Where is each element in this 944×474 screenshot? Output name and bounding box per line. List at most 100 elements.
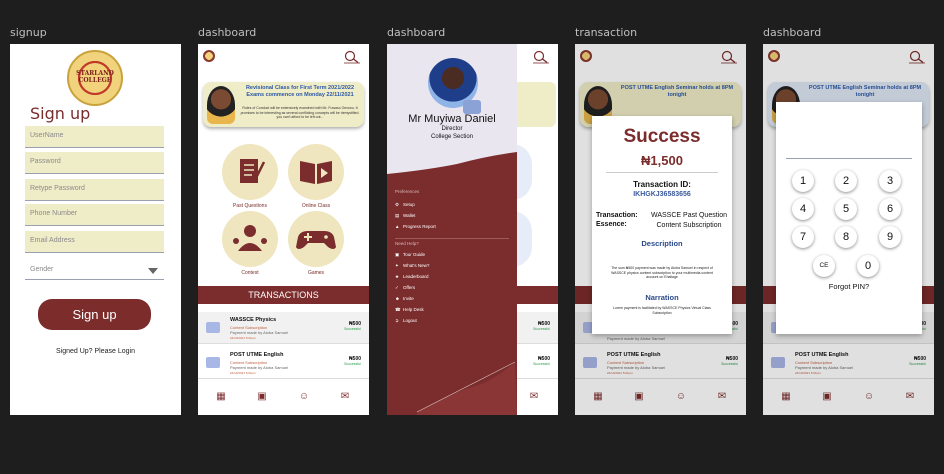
drawer-item-setup[interactable]: ⚙ Setup xyxy=(395,202,415,208)
logo-text: STARLAND COLLEGE xyxy=(76,70,114,84)
drawer-item-leaderboard[interactable]: ★ Leaderboard xyxy=(395,274,429,280)
table-row[interactable]: POST UTME English Content Subscription P… xyxy=(198,347,369,379)
contest-tile[interactable]: Contest xyxy=(220,211,280,276)
gender-placeholder: Gender xyxy=(30,266,54,273)
signup-button[interactable]: Sign up xyxy=(38,299,151,330)
table-row[interactable]: WASSCE Physics Content Subscription Paym… xyxy=(198,312,369,344)
key-5[interactable]: 5 xyxy=(835,198,857,220)
transaction-id-label: Transaction ID: xyxy=(633,180,691,189)
key-9[interactable]: 9 xyxy=(879,226,901,248)
announcement-banner[interactable]: Revisional Class for First Term 2021/202… xyxy=(203,82,364,127)
drawer-section-preferences: Preferences xyxy=(395,189,420,194)
retype-password-field[interactable]: Retype Password xyxy=(25,179,164,201)
drawer-item-label: Tour Guide xyxy=(403,252,426,257)
drawer-item-label: Logout xyxy=(403,318,417,323)
chat-icon[interactable]: ✉ xyxy=(339,391,351,403)
drawer-wave xyxy=(387,152,517,182)
avatar xyxy=(207,86,235,124)
college-logo xyxy=(203,50,215,62)
drawer-bottom-wave xyxy=(416,361,517,415)
key-0[interactable]: 0 xyxy=(857,255,879,277)
video-icon xyxy=(206,322,220,333)
table-row: ₦500 Successful xyxy=(512,347,558,379)
password-field[interactable]: Password xyxy=(25,152,164,174)
gender-select[interactable]: Gender xyxy=(25,262,164,280)
forgot-pin-link[interactable]: Forgot PIN? xyxy=(776,282,922,291)
profile-icon[interactable]: ☺ xyxy=(298,391,310,403)
login-link[interactable]: Signed Up? Please Login xyxy=(10,348,181,355)
drawer-item-invite[interactable]: ☻ Invite xyxy=(395,296,414,301)
announcement-banner xyxy=(512,82,556,127)
online-class-tile[interactable]: Online Class xyxy=(286,144,346,209)
drawer-item-tour[interactable]: ▣ Tour Guide xyxy=(395,252,425,258)
banner-text: Rules of Conduct will be extensively exa… xyxy=(240,106,360,119)
tag-icon: ✓ xyxy=(395,285,399,290)
drawer-item-help-desk[interactable]: ☎ Help Desk xyxy=(395,307,424,313)
essence-label: Transaction: Essence: xyxy=(596,212,638,228)
key-1[interactable]: 1 xyxy=(792,170,814,192)
search-icon[interactable] xyxy=(343,50,361,64)
chevron-down-icon xyxy=(148,268,158,274)
narration-heading: Narration xyxy=(645,293,679,302)
tile-label: Past Questions xyxy=(233,203,267,209)
transactions-header: TRANSACTIONS xyxy=(198,286,369,304)
tx-date: 24/10/2021 5:01pm xyxy=(230,371,256,375)
gear-icon: ⚙ xyxy=(395,202,400,207)
drawer-item-label: Help Desk xyxy=(403,307,424,312)
drawer-item-label: What's New? xyxy=(403,263,430,268)
drawer-item-label: Wallet xyxy=(403,213,416,218)
logout-icon: ➲ xyxy=(395,318,399,323)
report-icon[interactable]: ▦ xyxy=(215,391,227,403)
profile-role: Director xyxy=(441,126,463,132)
drawer-item-progress[interactable]: ▲ Progress Report xyxy=(395,224,436,229)
tx-title: POST UTME English xyxy=(230,352,284,358)
gamepad-icon xyxy=(288,211,344,267)
contest-icon xyxy=(222,211,278,267)
dashboard-screen: Revisional Class for First Term 2021/202… xyxy=(198,44,369,415)
drawer-item-label: Progress Report xyxy=(403,224,436,229)
email-field[interactable]: Email Address xyxy=(25,231,164,253)
divider xyxy=(395,238,509,239)
drawer-item-whats-new[interactable]: ✦ What's New? xyxy=(395,263,429,269)
frame-label-dashboard-drawer: dashboard xyxy=(387,26,446,39)
pin-input[interactable] xyxy=(786,158,912,159)
bottom-nav: ▦ ▣ ☺ ✉ xyxy=(198,388,369,408)
username-field[interactable]: UserName xyxy=(25,126,164,148)
profile-name: Mr Muyiwa Daniel xyxy=(408,113,496,125)
book-icon: ▣ xyxy=(395,252,400,257)
phone-field[interactable]: Phone Number xyxy=(25,204,164,226)
tile-label: Games xyxy=(307,270,325,276)
pin-pad-modal: 1 2 3 4 5 6 7 8 9 CE 0 Forgot PIN? xyxy=(776,102,922,334)
key-4[interactable]: 4 xyxy=(792,198,814,220)
leaderboard-icon[interactable]: ▣ xyxy=(256,391,268,403)
drawer-item-offers[interactable]: ✓ Offers xyxy=(395,285,415,291)
games-tile[interactable]: Games xyxy=(286,211,346,276)
frame-label-dashboard: dashboard xyxy=(198,26,257,39)
chart-icon: ▲ xyxy=(395,224,400,229)
description-text: The sum ₦500 payment was made by Aloba S… xyxy=(611,266,713,279)
tx-status: Successful xyxy=(344,362,361,366)
key-3[interactable]: 3 xyxy=(879,170,901,192)
past-questions-tile[interactable]: Past Questions xyxy=(220,144,280,209)
tx-title: WASSCE Physics xyxy=(230,317,277,323)
chat-icon[interactable]: ✉ xyxy=(528,391,540,403)
narration-text: Lorem payment is facilitated by WASSCE P… xyxy=(613,306,711,315)
drawer-item-logout[interactable]: ➲ Logout xyxy=(395,318,417,324)
user-plus-icon: ☻ xyxy=(395,296,400,301)
key-6[interactable]: 6 xyxy=(879,198,901,220)
drawer-item-label: Offers xyxy=(403,285,416,290)
key-7[interactable]: 7 xyxy=(792,226,814,248)
key-clear[interactable]: CE xyxy=(813,255,835,277)
drawer-item-label: Leaderboard xyxy=(403,274,429,279)
transaction-screen: POST UTME English Seminar holds at 8PM t… xyxy=(575,44,746,415)
drawer-item-wallet[interactable]: ▤ Wallet xyxy=(395,213,415,219)
camera-icon[interactable] xyxy=(463,100,481,114)
key-8[interactable]: 8 xyxy=(835,226,857,248)
key-2[interactable]: 2 xyxy=(835,170,857,192)
divider xyxy=(606,172,718,173)
essence-value: WASSCE Past Question Content Subscriptio… xyxy=(651,212,727,229)
tile-label: Online Class xyxy=(301,203,331,209)
pin-screen: POST UTME English Seminar holds at 8PM t… xyxy=(763,44,934,415)
search-icon[interactable] xyxy=(532,50,550,64)
page-title: Sign up xyxy=(30,104,91,123)
